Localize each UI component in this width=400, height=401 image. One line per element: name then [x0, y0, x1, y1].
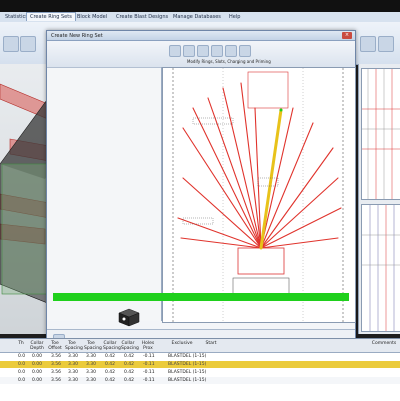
- dialog-titlebar[interactable]: Create New Ring Set ×: [47, 31, 355, 41]
- table-cell: -0.11: [143, 354, 155, 359]
- dialog-title: Create New Ring Set: [51, 32, 103, 39]
- table-cell: 3.56: [51, 362, 62, 367]
- table-cell: 0.42: [124, 362, 135, 367]
- table-cell: BLASTDEL (1-15): [168, 378, 207, 383]
- dialog-left-pane: [47, 67, 162, 321]
- tool-button[interactable]: [211, 45, 223, 57]
- col-header: Collar Depth: [30, 341, 44, 351]
- tool-button[interactable]: [197, 45, 209, 57]
- tool-button[interactable]: [183, 45, 195, 57]
- col-header: Toe Spacing: [65, 341, 83, 351]
- table-cell: 0.0: [18, 354, 26, 359]
- table-cell: 0.42: [124, 378, 135, 383]
- table-cell: 0.42: [105, 354, 116, 359]
- table-cell: 3.30: [68, 370, 79, 375]
- col-header: Toe Spacing: [84, 341, 102, 351]
- table-cell: -0.11: [143, 378, 155, 383]
- plan-view-grid: [362, 69, 400, 199]
- top-band: [0, 0, 400, 12]
- tool-button[interactable]: [225, 45, 237, 57]
- table-cell: BLASTDEL (1-15): [168, 362, 207, 367]
- create-ring-set-dialog: Create New Ring Set × Modify Rings, Slot…: [46, 30, 356, 368]
- view-cube-icon[interactable]: [117, 307, 141, 327]
- col-header: Exclusive: [171, 341, 193, 346]
- table-row[interactable]: 0.0 0.00 3.56 3.30 3.30 0.42 0.42 -0.11 BLASTDEL…: [0, 369, 400, 376]
- table-cell: 0.0: [18, 378, 26, 383]
- table-cell: 0.00: [32, 370, 43, 375]
- table-cell: -0.11: [143, 370, 155, 375]
- table-cell: BLASTDEL (1-15): [168, 370, 207, 375]
- menu-block-model[interactable]: Block Model: [74, 13, 110, 21]
- table-cell: 0.0: [18, 370, 26, 375]
- table-cell: 3.56: [51, 370, 62, 375]
- ring-holes-drawing: [172, 68, 344, 322]
- table-cell: 3.30: [68, 362, 79, 367]
- table-cell: -0.11: [143, 362, 155, 367]
- table-cell: 0.0: [18, 362, 26, 367]
- table-cell: 3.56: [51, 378, 62, 383]
- col-header: Collar Spacing: [103, 341, 121, 351]
- col-header: Holes Prox: [141, 341, 155, 351]
- plan-view-panel[interactable]: [361, 68, 400, 200]
- table-cell: 3.30: [68, 378, 79, 383]
- table-cell: 3.30: [68, 354, 79, 359]
- table-cell: 3.30: [86, 378, 97, 383]
- right-panels: [358, 64, 400, 334]
- col-header: Collar Spacing: [121, 341, 139, 351]
- table-row[interactable]: 0.0 0.00 3.56 3.30 3.30 0.42 0.42 -0.11 BLASTDEL…: [0, 377, 400, 384]
- ribbon-button[interactable]: [378, 36, 394, 52]
- long-section-grid: [362, 205, 400, 331]
- ribbon-button[interactable]: [3, 36, 19, 52]
- ribbon-button[interactable]: [360, 36, 376, 52]
- ring-section-view[interactable]: [162, 67, 356, 323]
- tool-button[interactable]: [239, 45, 251, 57]
- table-cell: BLASTDEL (1-15): [168, 354, 207, 359]
- table-cell: 0.42: [124, 370, 135, 375]
- table-cell: 0.42: [105, 378, 116, 383]
- menu-help[interactable]: Help: [226, 13, 243, 21]
- ribbon-button[interactable]: [20, 36, 36, 52]
- col-header: Th: [18, 341, 24, 346]
- table-header: Th Collar Depth Toe Offset Toe Spacing T…: [0, 339, 400, 353]
- table-cell: 0.42: [124, 354, 135, 359]
- table-row[interactable]: 0.0 0.00 3.56 3.30 3.30 0.42 0.42 -0.11 BLASTDEL…: [0, 353, 400, 360]
- ribbon-group-label: Modify Rings, Slots, Charging and Primin…: [187, 59, 271, 64]
- table-cell: 3.30: [86, 362, 97, 367]
- table-cell: 0.00: [32, 378, 43, 383]
- table-cell: 0.00: [32, 354, 43, 359]
- col-header: Start: [205, 341, 217, 346]
- col-header: Comments: [371, 341, 397, 346]
- table-cell: 0.42: [105, 370, 116, 375]
- table-cell: 0.42: [105, 362, 116, 367]
- ring-table: Th Collar Depth Toe Offset Toe Spacing T…: [0, 338, 400, 401]
- table-cell: 0.00: [32, 362, 43, 367]
- long-section-panel[interactable]: [361, 204, 400, 332]
- dialog-toolbar: Modify Rings, Slots, Charging and Primin…: [47, 41, 355, 68]
- table-cell: 3.56: [51, 354, 62, 359]
- ring-selection-bar[interactable]: [53, 293, 349, 301]
- menu-create-ring-sets[interactable]: Create Ring Sets: [26, 12, 76, 21]
- table-cell: 3.30: [86, 370, 97, 375]
- table-cell: 3.30: [86, 354, 97, 359]
- menu-manage-databases[interactable]: Manage Databases: [170, 13, 224, 21]
- col-header: Toe Offset: [48, 341, 62, 351]
- tool-button[interactable]: [169, 45, 181, 57]
- table-row[interactable]: 0.0 0.00 3.56 3.30 3.30 0.42 0.42 -0.11 BLASTDEL…: [0, 361, 400, 368]
- close-icon[interactable]: ×: [342, 32, 352, 39]
- menu-create-blast-designs[interactable]: Create Blast Designs: [113, 13, 171, 21]
